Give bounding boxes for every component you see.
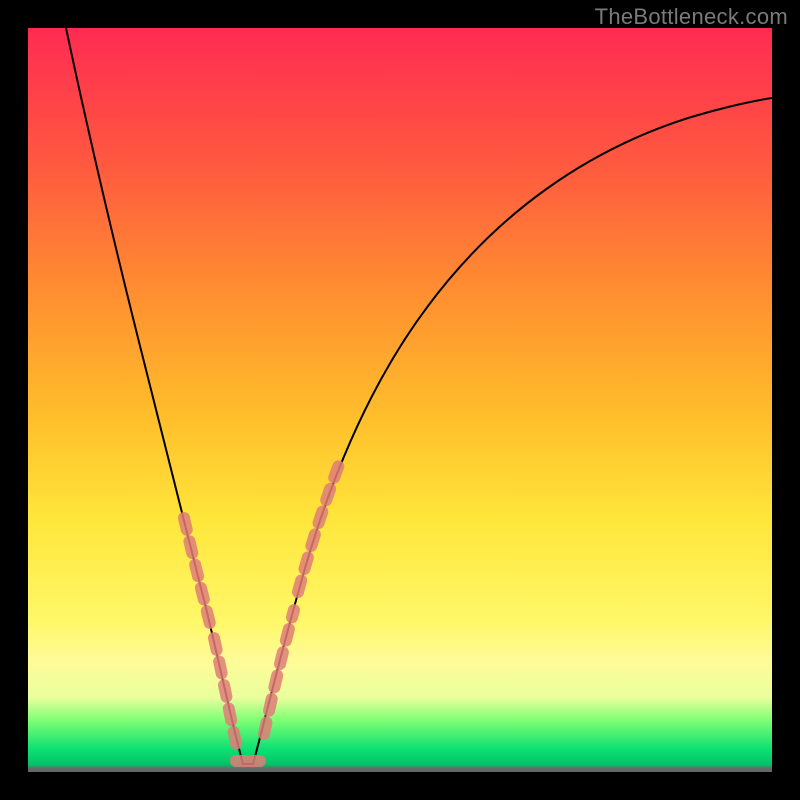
plot-gradient-area (28, 28, 772, 772)
cpu-bead-lower (214, 638, 237, 748)
cpu-bead-upper (184, 518, 210, 624)
watermark-text: TheBottleneck.com (595, 4, 788, 30)
bottleneck-curve (28, 28, 772, 772)
gpu-bead-lower (264, 610, 294, 734)
gpu-bead-upper (298, 462, 340, 592)
curve-path (66, 28, 772, 764)
